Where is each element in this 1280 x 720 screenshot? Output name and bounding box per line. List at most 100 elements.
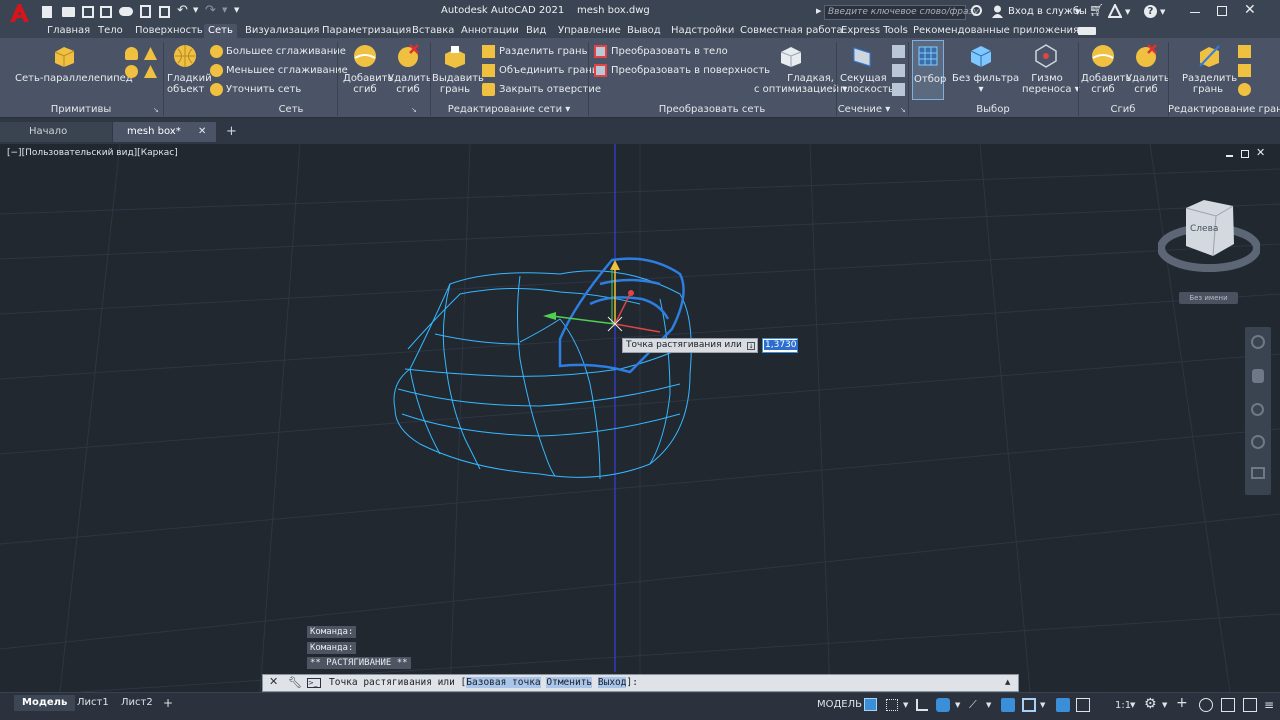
command-prompt-icon[interactable]: >_ bbox=[307, 678, 321, 688]
workspace-gear-icon[interactable]: ⚙ bbox=[1144, 696, 1157, 712]
save-as-icon[interactable] bbox=[100, 6, 112, 18]
convert-to-solid-button[interactable]: Преобразовать в тело bbox=[611, 46, 728, 57]
annotation-visibility-icon[interactable] bbox=[1056, 698, 1070, 712]
panel-mesh-edit[interactable]: Редактирование сети ▾ bbox=[430, 103, 588, 117]
smooth-optimized-dropdown[interactable]: Гладкая, с оптимизацией ▾ bbox=[754, 73, 847, 95]
maximize-icon[interactable] bbox=[1217, 6, 1227, 16]
ribbon-minimize-icon[interactable] bbox=[1078, 27, 1096, 35]
drawing-canvas[interactable] bbox=[0, 144, 1280, 692]
split-face-button[interactable]: Разделить грань bbox=[499, 46, 588, 57]
plus-icon[interactable]: + bbox=[1176, 695, 1188, 711]
layout-tab-model[interactable]: Модель bbox=[14, 695, 76, 711]
help-dropdown-icon[interactable]: ▼ bbox=[1160, 8, 1165, 16]
grid-icon[interactable] bbox=[864, 698, 877, 711]
snap-icon[interactable] bbox=[886, 699, 898, 711]
smooth-object-button[interactable]: Гладкий объект bbox=[167, 73, 212, 95]
close-hole-icon[interactable] bbox=[482, 83, 495, 96]
save-icon[interactable] bbox=[82, 6, 94, 18]
customize-qat-icon[interactable]: ▼ bbox=[234, 6, 239, 14]
remove-crease-icon[interactable] bbox=[396, 44, 420, 68]
viewport-minimize-icon[interactable] bbox=[1226, 155, 1233, 157]
tab-solid[interactable]: Тело bbox=[98, 24, 123, 38]
ortho-icon[interactable] bbox=[916, 699, 928, 711]
plot-icon[interactable] bbox=[140, 5, 151, 18]
panel-edit-face[interactable]: Редактирование грань bbox=[1168, 103, 1280, 117]
smooth-less-icon[interactable] bbox=[210, 64, 223, 77]
tab-addins[interactable]: Надстройки bbox=[671, 24, 734, 38]
named-view-dropdown[interactable]: Без имени bbox=[1179, 292, 1238, 304]
command-line[interactable]: ✕ 🔧︎ >_ Точка растягивания или [Базовая … bbox=[262, 674, 1019, 692]
layout-tab-sheet2[interactable]: Лист2 bbox=[121, 695, 153, 711]
layout-tab-sheet1[interactable]: Лист1 bbox=[77, 695, 109, 711]
merge-face-button[interactable]: Объединить грани bbox=[499, 65, 598, 76]
smooth-less-button[interactable]: Меньшее сглаживание bbox=[226, 65, 348, 76]
mesh-box-icon[interactable] bbox=[52, 44, 76, 68]
mesh-box-button[interactable]: Сеть-параллелепипед bbox=[15, 73, 133, 84]
viewcube-face-label[interactable]: Слева bbox=[1190, 224, 1218, 234]
command-customize-icon[interactable]: 🔧︎ bbox=[288, 676, 302, 689]
tab-view[interactable]: Вид bbox=[526, 24, 546, 38]
crease-remove-icon[interactable] bbox=[1134, 44, 1158, 68]
editface-tool-3-icon[interactable] bbox=[1238, 83, 1251, 96]
minimize-icon[interactable] bbox=[1190, 12, 1200, 13]
panel-launcher-icon[interactable]: ↘ bbox=[153, 106, 159, 114]
add-crease-icon[interactable] bbox=[353, 44, 377, 68]
autodesk-app-icon[interactable] bbox=[1107, 2, 1123, 18]
section-plane-button[interactable]: Секущая плоскость bbox=[840, 73, 894, 95]
isodraft-icon[interactable]: ⟋ bbox=[969, 698, 977, 712]
search-expand-icon[interactable]: ▶ bbox=[816, 7, 821, 15]
object-snap-tracking-icon[interactable] bbox=[1001, 698, 1015, 712]
signin-dropdown-icon[interactable]: ▼ bbox=[1075, 8, 1080, 16]
pan-icon[interactable] bbox=[1252, 369, 1264, 383]
extrude-face-button[interactable]: Выдавить грань bbox=[432, 73, 484, 95]
panel-crease[interactable]: Сгиб bbox=[1078, 103, 1168, 117]
culling-button[interactable]: Отбор bbox=[912, 40, 946, 100]
scale-dropdown-icon[interactable]: ▼ bbox=[1130, 701, 1135, 709]
plot-preview-icon[interactable] bbox=[159, 6, 170, 18]
primitive-pyramid-icon[interactable] bbox=[144, 65, 157, 78]
tab-home[interactable]: Главная bbox=[47, 24, 90, 38]
option-undo[interactable]: Отменить bbox=[546, 677, 593, 688]
viewport-restore-icon[interactable] bbox=[1241, 150, 1249, 158]
close-icon[interactable]: ✕ bbox=[1244, 2, 1256, 18]
remove-crease-button[interactable]: Удалить сгиб bbox=[388, 73, 432, 95]
panel-launcher-icon[interactable]: ↘ bbox=[411, 106, 417, 114]
split-face-big-button[interactable]: Разделить грань bbox=[1182, 73, 1237, 95]
crease-remove-button[interactable]: Удалить сгиб bbox=[1126, 73, 1170, 95]
move-gizmo-icon[interactable] bbox=[1034, 44, 1058, 68]
no-filter-icon[interactable] bbox=[969, 44, 993, 68]
convert-to-surface-icon[interactable] bbox=[594, 64, 607, 77]
crease-add-icon[interactable] bbox=[1091, 44, 1115, 68]
smooth-more-icon[interactable] bbox=[210, 45, 223, 58]
workspace-dropdown-icon[interactable]: ▼ bbox=[1162, 701, 1167, 709]
new-tab-button[interactable]: + bbox=[226, 122, 237, 142]
panel-convert-mesh[interactable]: Преобразовать сеть bbox=[588, 103, 836, 117]
section-tool-2-icon[interactable] bbox=[892, 64, 905, 77]
close-tab-icon[interactable]: ✕ bbox=[198, 122, 206, 142]
dynamic-input-field[interactable]: 1,3730 bbox=[762, 338, 798, 353]
primitive-torus-icon[interactable] bbox=[125, 65, 138, 78]
isodraft-dropdown-icon[interactable]: ▼ bbox=[986, 701, 991, 709]
viewport-close-icon[interactable]: ✕ bbox=[1256, 146, 1265, 159]
close-hole-button[interactable]: Закрыть отверстие bbox=[499, 84, 601, 95]
tab-visualize[interactable]: Визуализация bbox=[245, 24, 319, 38]
tab-insert[interactable]: Вставка bbox=[412, 24, 454, 38]
section-tool-1-icon[interactable] bbox=[892, 45, 905, 58]
cloud-icon[interactable] bbox=[119, 7, 133, 16]
add-crease-button[interactable]: Добавить сгиб bbox=[343, 73, 393, 95]
smooth-optimized-icon[interactable] bbox=[779, 44, 803, 68]
convert-to-solid-icon[interactable] bbox=[594, 45, 607, 58]
osnap-dropdown-icon[interactable]: ▼ bbox=[1040, 701, 1045, 709]
option-base-point[interactable]: Базовая точка bbox=[466, 677, 541, 688]
tooltip-options-icon[interactable]: ↓ bbox=[747, 342, 755, 350]
option-exit[interactable]: Выход bbox=[597, 677, 627, 688]
tab-parametric[interactable]: Параметризация bbox=[322, 24, 411, 38]
app-dropdown-icon[interactable]: ▼ bbox=[1125, 8, 1130, 16]
tab-start[interactable]: Начало bbox=[0, 122, 112, 142]
auto-scale-icon[interactable] bbox=[1076, 698, 1090, 712]
viewport-controls[interactable]: [−][Пользовательский вид][Каркас] bbox=[7, 148, 178, 158]
convert-to-surface-button[interactable]: Преобразовать в поверхность bbox=[611, 65, 770, 76]
tab-collaborate[interactable]: Совместная работа bbox=[740, 24, 843, 38]
primitive-cone-icon[interactable] bbox=[144, 47, 157, 60]
undo-icon[interactable]: ↶ bbox=[177, 3, 188, 18]
